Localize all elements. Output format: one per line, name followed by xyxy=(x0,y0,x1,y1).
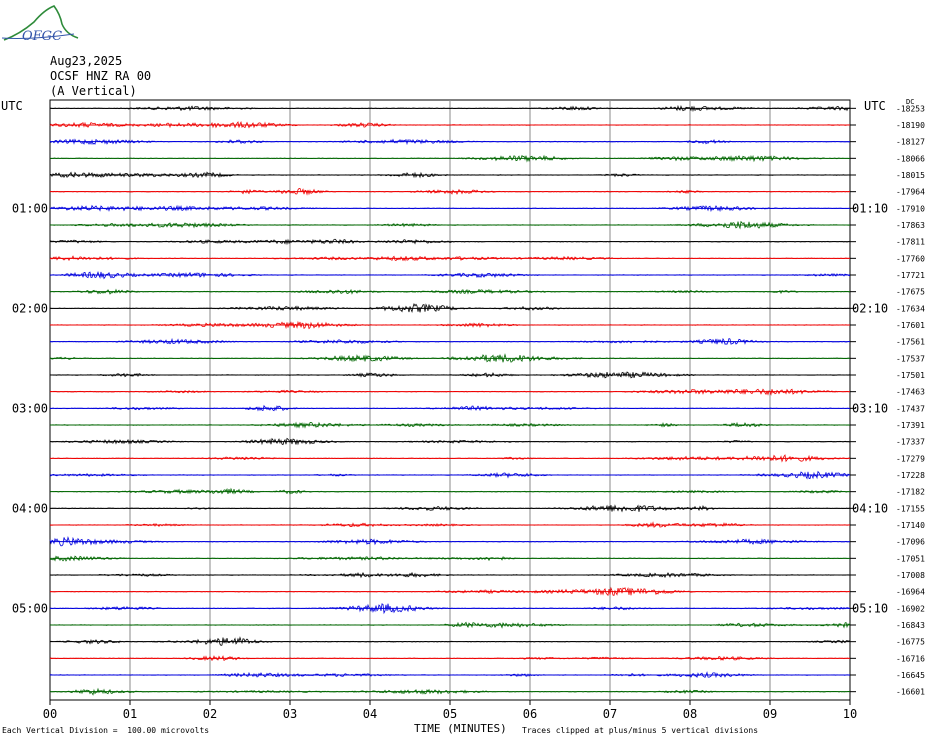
dc-offset-label: -18190 xyxy=(896,121,925,130)
dc-offset-label: -17437 xyxy=(896,404,925,413)
dc-offset-label: -17008 xyxy=(896,571,925,580)
x-tick-label: 04 xyxy=(363,707,377,721)
x-tick-label: 00 xyxy=(43,707,57,721)
dc-offset-label: -17910 xyxy=(896,204,925,213)
x-tick-label: 08 xyxy=(683,707,697,721)
dc-offset-label: -17228 xyxy=(896,471,925,480)
dc-offset-label: -17337 xyxy=(896,438,925,447)
dc-offset-label: -17537 xyxy=(896,354,925,363)
dc-offset-label: -17096 xyxy=(896,538,925,547)
dc-offset-label: -17501 xyxy=(896,371,925,380)
right-time-label: 04:10 xyxy=(852,501,888,515)
x-tick-label: 02 xyxy=(203,707,217,721)
right-time-label: 05:10 xyxy=(852,601,888,615)
scale-note: Each Vertical Division = 100.00 microvol… xyxy=(2,726,210,735)
right-time-label: 03:10 xyxy=(852,401,888,415)
dc-offset-label: -16601 xyxy=(896,688,925,697)
dc-offset-label: -17182 xyxy=(896,488,925,497)
dc-offset-label: -17863 xyxy=(896,221,925,230)
x-tick-label: 03 xyxy=(283,707,297,721)
dc-offset-label: -17721 xyxy=(896,271,925,280)
left-time-label: 02:00 xyxy=(12,301,48,315)
x-tick-label: 01 xyxy=(123,707,137,721)
x-tick-label: 09 xyxy=(763,707,777,721)
dc-offset-label: -17634 xyxy=(896,304,925,313)
dc-offset-label: -18066 xyxy=(896,154,925,163)
x-tick-label: 05 xyxy=(443,707,457,721)
dc-offset-label: -17760 xyxy=(896,254,925,263)
left-time-label: 03:00 xyxy=(12,401,48,415)
dc-offset-label: -17675 xyxy=(896,288,925,297)
x-axis-title: TIME (MINUTES) xyxy=(414,722,507,735)
dc-offset-label: -17155 xyxy=(896,504,925,513)
dc-offset-label: -16645 xyxy=(896,671,925,680)
dc-offset-label: -17601 xyxy=(896,321,925,330)
left-time-label: 01:00 xyxy=(12,201,48,215)
dc-offset-label: -17391 xyxy=(896,421,925,430)
dc-offset-label: -16964 xyxy=(896,588,925,597)
dc-offset-label: -16716 xyxy=(896,654,925,663)
dc-offset-label: -17964 xyxy=(896,188,925,197)
x-tick-label: 07 xyxy=(603,707,617,721)
right-time-label: 01:10 xyxy=(852,201,888,215)
dc-offset-label: -18127 xyxy=(896,138,925,147)
dc-offset-label: -17811 xyxy=(896,238,925,247)
dc-offset-label: -18015 xyxy=(896,171,925,180)
dc-offset-label: -16843 xyxy=(896,621,925,630)
dc-offset-label: -17561 xyxy=(896,338,925,347)
dc-offset-label: -18253 xyxy=(896,104,925,113)
dc-offset-label: -16775 xyxy=(896,638,925,647)
dc-offset-label: -16902 xyxy=(896,604,925,613)
left-time-label: 04:00 xyxy=(12,501,48,515)
dc-offset-label: -17463 xyxy=(896,388,925,397)
dc-offset-label: -17140 xyxy=(896,521,925,530)
x-tick-label: 10 xyxy=(843,707,857,721)
dc-offset-label: -17279 xyxy=(896,454,925,463)
right-time-label: 02:10 xyxy=(852,301,888,315)
helicorder-plot: 00 01 02 03 04 05 06 07 08 09 10 -18253 -18190 -18127… xyxy=(12,99,925,721)
left-time-label: 05:00 xyxy=(12,601,48,615)
dc-offset-label: -17051 xyxy=(896,554,925,563)
x-tick-label: 06 xyxy=(523,707,537,721)
clip-note: Traces clipped at plus/minus 5 vertical … xyxy=(522,726,759,735)
